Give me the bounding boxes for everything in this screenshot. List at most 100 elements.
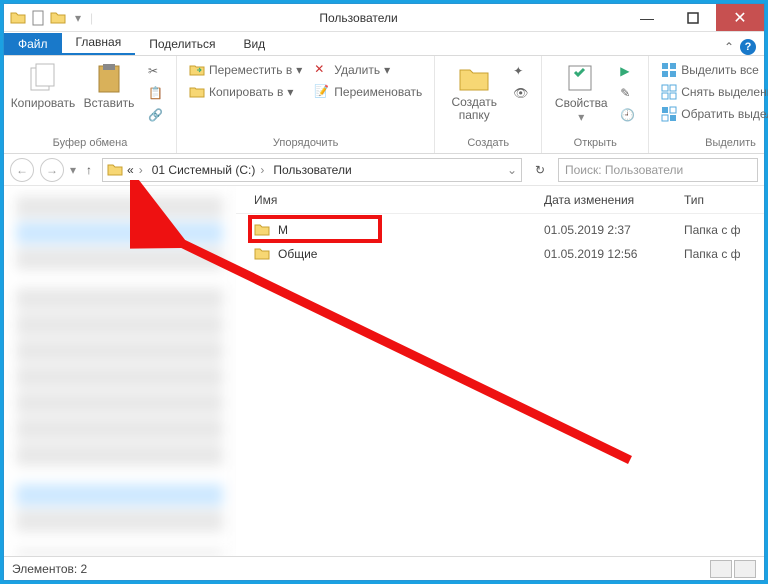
crumb-folder[interactable]: Пользователи — [271, 163, 353, 177]
collapse-ribbon-icon[interactable]: ⌃ — [724, 40, 734, 54]
item-date: 01.05.2019 12:56 — [544, 247, 684, 261]
crumb-root[interactable]: «› — [125, 163, 148, 177]
search-input[interactable]: Поиск: Пользователи — [558, 158, 758, 182]
minimize-button[interactable]: — — [624, 4, 670, 31]
close-button[interactable]: ✕ — [716, 4, 764, 31]
properties-label: Свойства — [555, 96, 608, 110]
folder-icon[interactable] — [50, 10, 66, 26]
group-open: Свойства ▾ ▶ ✎ 🕘 Открыть — [542, 56, 649, 153]
paste-label: Вставить — [84, 96, 135, 110]
forward-button[interactable]: → — [40, 158, 64, 182]
copyto-button[interactable]: Копировать в ▾ — [185, 82, 306, 102]
history-button[interactable]: 🕘 — [616, 106, 640, 126]
chevron-down-icon[interactable]: ⌄ — [507, 163, 517, 177]
group-clipboard: Копировать Вставить ✂ 📋 🔗 Буфер обмена — [4, 56, 177, 153]
icons-view-button[interactable] — [734, 560, 756, 578]
item-date: 01.05.2019 2:37 — [544, 223, 684, 237]
tab-home[interactable]: Главная — [62, 31, 136, 55]
selectnone-button[interactable]: Снять выделение — [657, 82, 768, 102]
content-area: Имя Дата изменения Тип M 01.05.2019 2:37… — [4, 186, 764, 556]
folder-icon — [10, 10, 26, 26]
tab-file[interactable]: Файл — [4, 33, 62, 55]
newfolder-icon — [458, 62, 490, 94]
selectall-icon — [661, 62, 677, 78]
pasteshortcut-button[interactable]: 🔗 — [144, 106, 168, 126]
item-type: Папка с ф — [684, 247, 741, 261]
file-icon[interactable] — [30, 10, 46, 26]
invertselection-button[interactable]: Обратить выделение — [657, 104, 768, 124]
newfolder-button[interactable]: Создать папку — [443, 60, 505, 124]
group-select: Выделить все Снять выделение Обратить вы… — [649, 56, 768, 153]
address-bar: ← → ▾ ↑ «› 01 Системный (C:)› Пользовате… — [4, 154, 764, 186]
item-type: Папка с ф — [684, 223, 741, 237]
copy-label: Копировать — [11, 96, 76, 110]
column-headers: Имя Дата изменения Тип — [236, 186, 764, 214]
selectall-button[interactable]: Выделить все — [657, 60, 768, 80]
easyaccess-button[interactable]: 👁 — [509, 84, 533, 104]
breadcrumb[interactable]: «› 01 Системный (C:)› Пользователи ⌄ — [102, 158, 522, 182]
group-clipboard-label: Буфер обмена — [12, 135, 168, 149]
tab-view[interactable]: Вид — [229, 33, 279, 55]
back-button[interactable]: ← — [10, 158, 34, 182]
statusbar: Элементов: 2 — [4, 556, 764, 580]
edit-button[interactable]: ✎ — [616, 84, 640, 104]
dropdown-icon[interactable]: ▾ — [70, 10, 86, 26]
folder-icon — [254, 222, 272, 238]
help-icon[interactable]: ? — [740, 39, 756, 55]
item-name: Общие — [278, 247, 544, 261]
rename-icon: 📝 — [314, 84, 330, 100]
selectnone-icon — [661, 84, 677, 100]
list-item[interactable]: Общие 01.05.2019 12:56 Папка с ф — [236, 242, 764, 266]
chevron-down-icon: ▾ — [578, 110, 584, 124]
window-title: Пользователи — [93, 11, 624, 25]
shortcut-icon: 🔗 — [148, 108, 164, 124]
folder-icon — [254, 246, 272, 262]
path-icon: 📋 — [148, 86, 164, 102]
quickaccess-toolbar: ▾ | — [4, 10, 93, 26]
maximize-button[interactable] — [670, 4, 716, 31]
group-organize-label: Упорядочить — [185, 135, 426, 149]
crumb-drive[interactable]: 01 Системный (C:)› — [150, 163, 270, 177]
col-type[interactable]: Тип — [684, 193, 764, 207]
invert-icon — [661, 106, 677, 122]
moveto-button[interactable]: Переместить в ▾ — [185, 60, 306, 80]
newfolder-label: Создать папку — [449, 96, 499, 122]
recent-dropdown[interactable]: ▾ — [70, 163, 76, 177]
open-button[interactable]: ▶ — [616, 62, 640, 82]
move-icon — [189, 62, 205, 78]
col-date[interactable]: Дата изменения — [544, 193, 684, 207]
folder-icon — [107, 162, 123, 178]
open-icon: ▶ — [620, 64, 636, 80]
tab-share[interactable]: Поделиться — [135, 33, 229, 55]
rows-container: M 01.05.2019 2:37 Папка с ф Общие 01.05.… — [236, 214, 764, 556]
navigation-tree[interactable] — [4, 186, 236, 556]
refresh-button[interactable]: ↻ — [528, 158, 552, 182]
copy-button[interactable]: Копировать — [12, 60, 74, 112]
status-text: Элементов: 2 — [12, 562, 87, 576]
file-list: Имя Дата изменения Тип M 01.05.2019 2:37… — [236, 186, 764, 556]
rename-button[interactable]: 📝Переименовать — [310, 82, 426, 102]
properties-button[interactable]: Свойства ▾ — [550, 60, 612, 126]
item-name: M — [278, 223, 544, 237]
ribbon: Копировать Вставить ✂ 📋 🔗 Буфер обмена П… — [4, 56, 764, 154]
cut-button[interactable]: ✂ — [144, 62, 168, 82]
copyto-icon — [189, 84, 205, 100]
view-buttons — [710, 560, 756, 578]
newitem-button[interactable]: ✦ — [509, 62, 533, 82]
ribbon-tabs: Файл Главная Поделиться Вид ⌃ ? — [4, 32, 764, 56]
col-name[interactable]: Имя — [254, 193, 544, 207]
details-view-button[interactable] — [710, 560, 732, 578]
history-icon: 🕘 — [620, 108, 636, 124]
copypath-button[interactable]: 📋 — [144, 84, 168, 104]
group-new: Создать папку ✦ 👁 Создать — [435, 56, 542, 153]
group-organize: Переместить в ▾ Копировать в ▾ ✕Удалить … — [177, 56, 435, 153]
delete-button[interactable]: ✕Удалить ▾ — [310, 60, 426, 80]
paste-button[interactable]: Вставить — [78, 60, 140, 112]
list-item[interactable]: M 01.05.2019 2:37 Папка с ф — [236, 218, 764, 242]
cut-icon: ✂ — [148, 64, 164, 80]
edit-icon: ✎ — [620, 86, 636, 102]
up-button[interactable]: ↑ — [82, 163, 96, 177]
search-placeholder: Поиск: Пользователи — [565, 163, 683, 177]
delete-icon: ✕ — [314, 62, 330, 78]
copy-icon — [27, 62, 59, 94]
